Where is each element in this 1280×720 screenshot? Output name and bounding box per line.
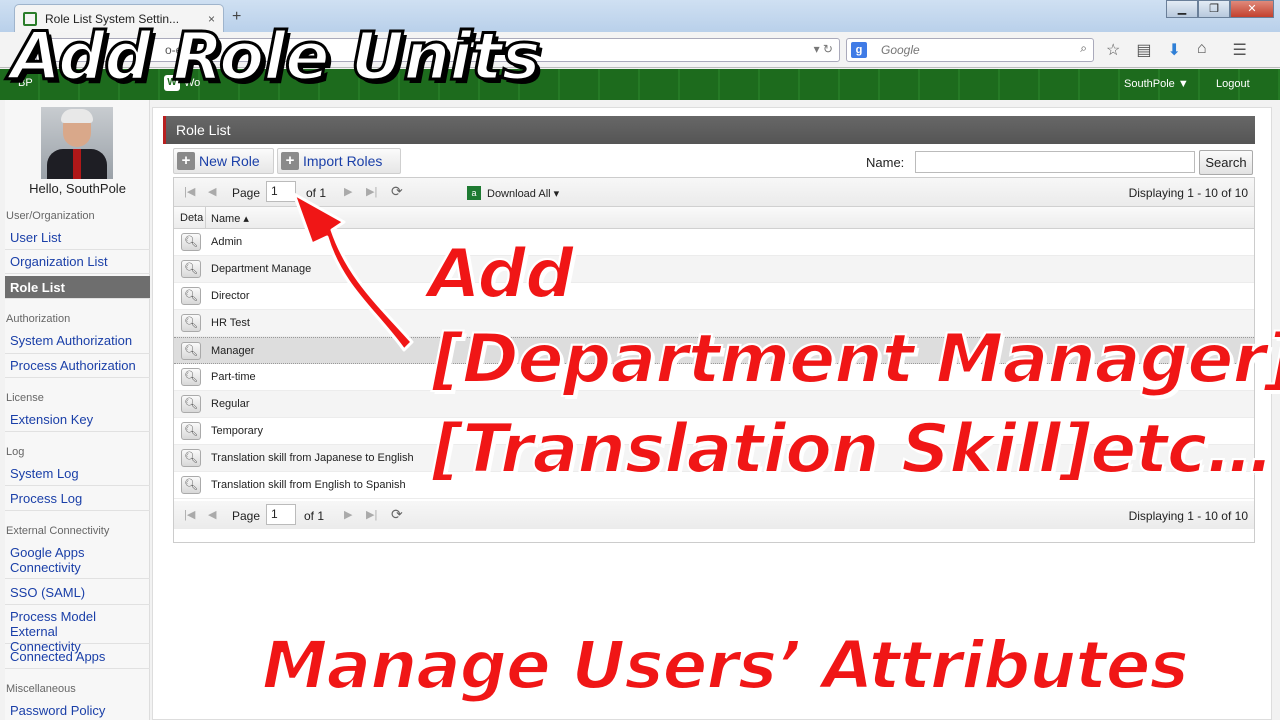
avatar bbox=[41, 107, 113, 179]
sidebar: Hello, SouthPole User/Organization User … bbox=[5, 100, 150, 720]
magnifier-icon[interactable]: 🔍︎ bbox=[181, 260, 201, 278]
sidebar-item-label: Google Apps bbox=[10, 545, 85, 560]
page-count: of 1 bbox=[304, 509, 325, 523]
role-name: Admin bbox=[211, 236, 243, 248]
role-name: HR Test bbox=[211, 317, 250, 329]
page-label: Page bbox=[232, 186, 261, 200]
magnifier-icon[interactable]: 🔍︎ bbox=[181, 233, 201, 251]
plus-icon: + bbox=[177, 152, 195, 170]
overlay-manage-attributes: Manage Users’ Attributes bbox=[261, 626, 1190, 705]
sidebar-item-label: Connectivity bbox=[10, 560, 81, 575]
sidebar-item-google-apps[interactable]: Google Apps Connectivity bbox=[5, 544, 150, 579]
role-name: Manager bbox=[211, 345, 255, 357]
download-icon[interactable]: ⬇ bbox=[1167, 40, 1180, 60]
magnifier-icon[interactable]: 🔍︎ bbox=[181, 287, 201, 305]
window-controls: ▁ ❐ ✕ bbox=[1166, 0, 1274, 18]
reload-icon[interactable]: ▾ ↻ bbox=[814, 42, 833, 56]
search-button[interactable]: Search bbox=[1199, 150, 1253, 175]
home-icon[interactable]: ⌂ bbox=[1197, 40, 1207, 60]
import-roles-button[interactable]: + Import Roles bbox=[277, 148, 401, 174]
magnifier-icon[interactable]: 🔍︎ bbox=[181, 422, 201, 440]
role-name: Translation skill from Japanese to Engli… bbox=[211, 452, 414, 464]
plus-icon: + bbox=[281, 152, 299, 170]
sidebar-item-connected-apps[interactable]: Connected Apps bbox=[5, 648, 150, 669]
first-page-icon[interactable]: |◀ bbox=[184, 185, 195, 198]
sidebar-item-process-authorization[interactable]: Process Authorization bbox=[5, 357, 150, 378]
sidebar-item-extension-key[interactable]: Extension Key bbox=[5, 411, 150, 432]
prev-page-icon[interactable]: ◀ bbox=[208, 508, 216, 521]
sidebar-item-process-log[interactable]: Process Log bbox=[5, 490, 150, 511]
sidebar-item-user-list[interactable]: User List bbox=[5, 229, 150, 250]
displaying-count: Displaying 1 - 10 of 10 bbox=[1128, 186, 1248, 200]
google-icon[interactable]: g bbox=[851, 42, 867, 58]
close-window-button[interactable]: ✕ bbox=[1230, 0, 1274, 18]
prev-page-icon[interactable]: ◀ bbox=[208, 185, 216, 198]
greeting: Hello, SouthPole bbox=[29, 181, 126, 196]
sidebar-item-system-authorization[interactable]: System Authorization bbox=[5, 332, 150, 354]
refresh-icon[interactable]: ⟳ bbox=[391, 506, 403, 523]
column-detail[interactable]: Deta bbox=[180, 212, 204, 224]
sidebar-item-sso[interactable]: SSO (SAML) bbox=[5, 584, 150, 605]
sidebar-item-label: Process Model External bbox=[10, 609, 96, 639]
search-icon[interactable]: ⌕ bbox=[1080, 41, 1087, 56]
logout-link[interactable]: Logout bbox=[1216, 78, 1250, 90]
page-input[interactable]: 1 bbox=[266, 504, 296, 525]
user-menu[interactable]: SouthPole ▼ bbox=[1124, 78, 1189, 90]
new-role-label: New Role bbox=[199, 153, 260, 169]
sidebar-item-process-model-external[interactable]: Process Model External Connectivity bbox=[5, 608, 150, 654]
new-role-button[interactable]: + New Role bbox=[173, 148, 274, 174]
magnifier-icon[interactable]: 🔍︎ bbox=[181, 449, 201, 467]
search-box[interactable]: g Google ⌕ bbox=[846, 38, 1094, 62]
role-name: Director bbox=[211, 290, 250, 302]
minimize-button[interactable]: ▁ bbox=[1166, 0, 1198, 18]
overlay-translation-skill: [Translation Skill]etc… bbox=[431, 409, 1275, 490]
menu-icon[interactable]: ☰ bbox=[1233, 40, 1247, 60]
panel-title: Role List bbox=[163, 116, 1255, 144]
role-name: Temporary bbox=[211, 425, 263, 437]
name-label: Name: bbox=[866, 155, 905, 170]
magnifier-icon[interactable]: 🔍︎ bbox=[181, 395, 201, 413]
name-search-input[interactable] bbox=[915, 151, 1195, 173]
last-page-icon[interactable]: ▶| bbox=[366, 508, 377, 521]
search-placeholder: Google bbox=[881, 43, 920, 57]
role-name: Regular bbox=[211, 398, 250, 410]
download-all-button[interactable]: a Download All ▾ bbox=[467, 186, 559, 200]
star-icon[interactable]: ☆ bbox=[1106, 40, 1120, 60]
section-external-connectivity: External Connectivity bbox=[6, 525, 110, 537]
overlay-title: Add Role Units bbox=[9, 17, 543, 97]
role-name: Translation skill from English to Spanis… bbox=[211, 479, 406, 491]
maximize-button[interactable]: ❐ bbox=[1198, 0, 1230, 18]
magnifier-icon[interactable]: 🔍︎ bbox=[181, 368, 201, 386]
sidebar-item-organization-list[interactable]: Organization List bbox=[5, 253, 150, 274]
section-log: Log bbox=[6, 446, 25, 458]
section-user-org: User/Organization bbox=[6, 210, 95, 222]
role-name: Part-time bbox=[211, 371, 256, 383]
section-authorization: Authorization bbox=[6, 313, 71, 325]
bottom-pager: |◀ ◀ Page 1 of 1 ▶ ▶| ⟳ Displaying 1 - 1… bbox=[174, 501, 1254, 529]
section-license: License bbox=[6, 392, 44, 404]
arrow-icon bbox=[292, 192, 414, 352]
import-roles-label: Import Roles bbox=[303, 153, 383, 169]
magnifier-icon[interactable]: 🔍︎ bbox=[181, 476, 201, 494]
magnifier-icon[interactable]: 🔍︎ bbox=[181, 314, 201, 332]
download-all-label: Download All ▾ bbox=[487, 187, 560, 200]
reading-list-icon[interactable]: ▤ bbox=[1136, 40, 1151, 60]
sidebar-item-role-list[interactable]: Role List bbox=[5, 276, 150, 299]
browser-toolbar-icons: ☆ ▤ ⬇ ⌂ ☰ bbox=[1106, 40, 1247, 60]
magnifier-icon[interactable]: 🔍︎ bbox=[181, 342, 201, 360]
excel-icon: a bbox=[467, 186, 481, 200]
first-page-icon[interactable]: |◀ bbox=[184, 508, 195, 521]
section-miscellaneous: Miscellaneous bbox=[6, 683, 76, 695]
overlay-add: Add bbox=[427, 234, 575, 315]
next-page-icon[interactable]: ▶ bbox=[344, 508, 352, 521]
displaying-count: Displaying 1 - 10 of 10 bbox=[1128, 509, 1248, 523]
sidebar-item-system-log[interactable]: System Log bbox=[5, 465, 150, 486]
overlay-department-manager: [Department Manager] bbox=[431, 319, 1280, 400]
sidebar-item-password-policy[interactable]: Password Policy bbox=[5, 702, 150, 720]
page-label: Page bbox=[232, 509, 261, 523]
column-name[interactable]: Name ▴ bbox=[211, 212, 249, 225]
